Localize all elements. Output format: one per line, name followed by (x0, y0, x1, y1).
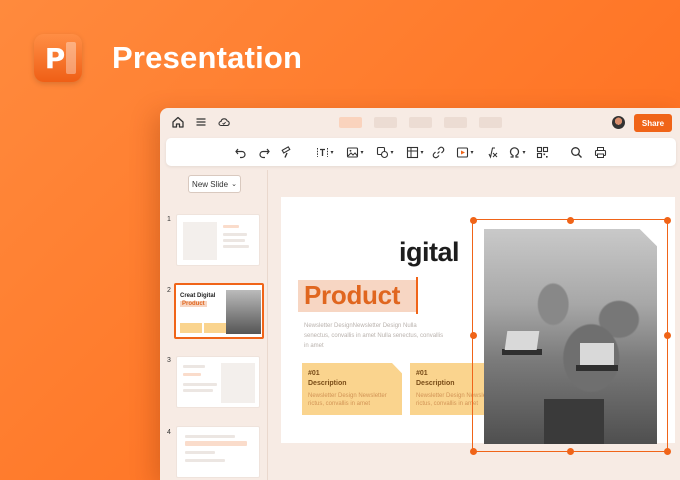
new-slide-label: New Slide (192, 179, 229, 189)
app-title: Presentation (112, 40, 303, 75)
slide-subtitle[interactable]: Product (304, 280, 400, 311)
slide-thumbnail-2[interactable]: Creat Digital Product (174, 283, 264, 339)
share-button[interactable]: Share (634, 114, 672, 132)
slide-thumbnail-1[interactable] (176, 214, 260, 266)
resize-handle[interactable] (566, 216, 574, 224)
undo-icon[interactable] (232, 144, 248, 160)
thumbnail-number: 1 (167, 216, 171, 223)
card-tag: #01 (308, 370, 320, 377)
home-icon[interactable] (171, 115, 187, 131)
slide-page[interactable]: igital Product Newsletter DesignNewslett… (281, 197, 675, 455)
app-icon: P (34, 34, 82, 82)
tab-4[interactable] (444, 117, 467, 128)
card-title: Description (308, 380, 347, 387)
editor-window: Share ▾ ▾ ▾ ▾ ▾ ▾ New Slide ⌄ 1 2 Creat … (160, 108, 680, 480)
resize-handle[interactable] (663, 216, 671, 224)
app-icon-letter: P (44, 41, 66, 75)
slide-title[interactable]: igital (399, 237, 460, 268)
table-icon[interactable]: ▾ (404, 144, 426, 160)
search-icon[interactable] (568, 144, 584, 160)
shape-icon[interactable]: ▾ (374, 144, 396, 160)
thumbnail-title: Creat Digital (180, 293, 216, 299)
slide-panel: New Slide ⌄ 1 2 Creat Digital Product 3 (160, 170, 268, 480)
redo-icon[interactable] (256, 144, 272, 160)
thumbnail-highlight: Product (180, 301, 207, 307)
avatar[interactable] (612, 116, 625, 129)
resize-handle[interactable] (566, 447, 574, 455)
document-tabs (339, 117, 502, 128)
resize-handle[interactable] (663, 332, 671, 339)
slide-body-text[interactable]: Newsletter DesignNewsletter Design Nulla… (304, 321, 444, 351)
tab-3[interactable] (409, 117, 432, 128)
thumbnail-number: 3 (167, 357, 171, 364)
qr-code-icon[interactable] (534, 144, 550, 160)
image-icon[interactable]: ▾ (344, 144, 366, 160)
symbol-icon[interactable]: ▾ (506, 144, 528, 160)
print-icon[interactable] (592, 144, 608, 160)
link-icon[interactable] (430, 144, 446, 160)
media-icon[interactable]: ▾ (454, 144, 476, 160)
toolbar: ▾ ▾ ▾ ▾ ▾ ▾ (166, 138, 676, 166)
resize-handle[interactable] (469, 447, 477, 455)
menu-icon[interactable] (194, 115, 210, 131)
text-cursor (416, 277, 418, 314)
resize-handle[interactable] (469, 216, 477, 224)
slide-canvas[interactable]: igital Product Newsletter DesignNewslett… (269, 170, 680, 480)
new-slide-button[interactable]: New Slide ⌄ (188, 175, 241, 193)
slide-thumbnail-3[interactable] (176, 356, 260, 408)
tab-5[interactable] (479, 117, 502, 128)
chevron-down-icon: ⌄ (231, 181, 237, 188)
resize-handle[interactable] (469, 332, 477, 339)
selection-frame[interactable] (469, 216, 671, 455)
tab-2[interactable] (374, 117, 397, 128)
format-painter-icon[interactable] (279, 144, 295, 160)
cloud-icon[interactable] (217, 115, 233, 131)
thumbnail-number: 4 (167, 429, 171, 436)
text-box-icon[interactable]: ▾ (314, 144, 336, 160)
slide-thumbnail-4[interactable] (176, 426, 260, 478)
tab-1[interactable] (339, 117, 362, 128)
description-card[interactable]: #01 Description Newsletter Design Newsle… (302, 363, 402, 415)
top-bar: Share (160, 108, 680, 138)
card-text: Newsletter Design Newsletter rictus, con… (308, 393, 387, 407)
resize-handle[interactable] (663, 447, 671, 455)
formula-icon[interactable] (484, 144, 500, 160)
thumbnail-number: 2 (167, 287, 171, 294)
